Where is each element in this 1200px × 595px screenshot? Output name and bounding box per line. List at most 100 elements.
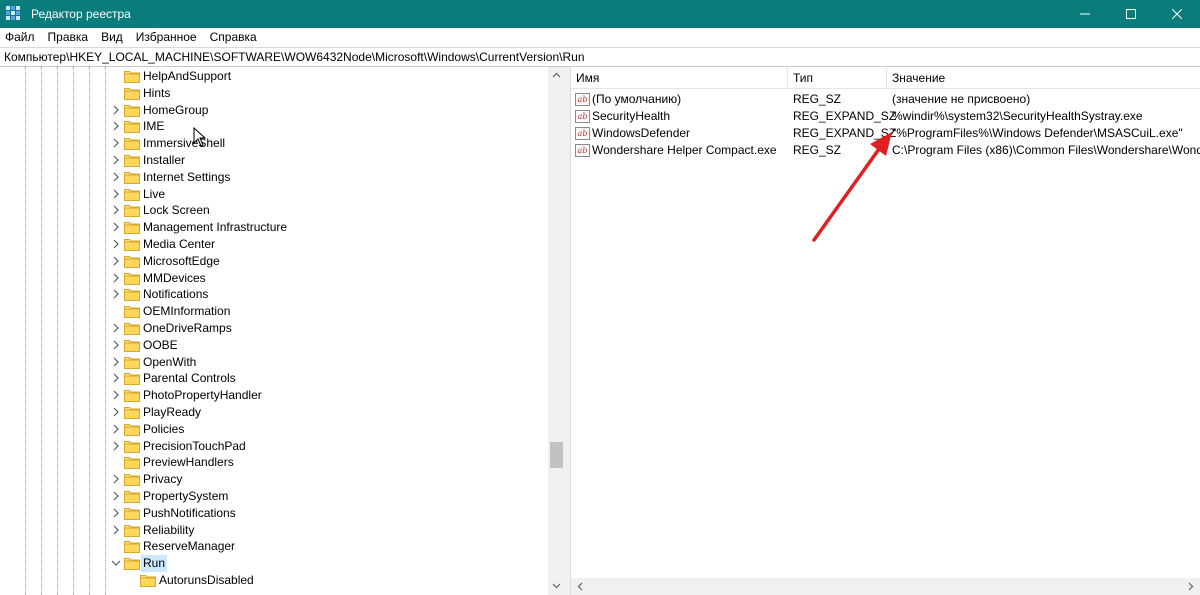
- chevron-right-icon[interactable]: [111, 508, 121, 518]
- tree-item-label: Media Center: [143, 237, 216, 251]
- tree-item[interactable]: Policies: [0, 421, 548, 438]
- value-row[interactable]: ab SecurityHealth REG_EXPAND_SZ %windir%\sy…: [571, 108, 1200, 125]
- tree-item[interactable]: Run: [0, 555, 548, 573]
- tree-item-label: Policies: [143, 421, 185, 436]
- chevron-right-icon[interactable]: [111, 491, 121, 501]
- value-data: C:\Program Files (x86)\Common Files\Wond…: [892, 143, 1200, 157]
- scroll-down-icon[interactable]: [552, 581, 561, 590]
- tree-item[interactable]: Hints: [0, 85, 548, 102]
- scroll-up-icon[interactable]: [552, 71, 561, 80]
- value-row[interactable]: ab (По умолчанию) REG_SZ (значение не присв…: [571, 91, 1200, 108]
- tree-item[interactable]: Installer: [0, 152, 548, 169]
- folder-icon: [124, 188, 140, 201]
- column-header-name[interactable]: Имя: [571, 67, 788, 89]
- column-header-data[interactable]: Значение: [887, 67, 1200, 89]
- tree-item[interactable]: PreviewHandlers: [0, 454, 548, 471]
- chevron-right-icon[interactable]: [111, 525, 121, 535]
- tree-item-label: Lock Screen: [143, 203, 210, 218]
- chevron-right-icon[interactable]: [111, 172, 121, 182]
- tree-item[interactable]: OEMInformation: [0, 303, 548, 320]
- tree-item[interactable]: Notifications: [0, 286, 548, 303]
- chevron-right-icon[interactable]: [111, 357, 121, 367]
- chevron-right-icon[interactable]: [111, 155, 121, 165]
- chevron-right-icon[interactable]: [111, 424, 121, 434]
- tree-item[interactable]: PhotoPropertyHandler: [0, 387, 548, 404]
- value-name: Wondershare Helper Compact.exe: [592, 143, 777, 157]
- tree-item[interactable]: Privacy: [0, 471, 548, 488]
- folder-icon: [124, 440, 140, 453]
- registry-editor-icon: [6, 6, 22, 22]
- tree-item[interactable]: IME: [0, 118, 548, 135]
- tree-item[interactable]: MicrosoftEdge: [0, 253, 548, 270]
- menu-file[interactable]: Файл: [0, 28, 42, 47]
- tree-item[interactable]: Management Infrastructure: [0, 219, 548, 236]
- value-type: REG_SZ: [793, 92, 842, 106]
- folder-icon: [124, 423, 140, 436]
- folder-icon: [124, 541, 140, 554]
- tree-item[interactable]: HomeGroup: [0, 102, 548, 119]
- tree-item[interactable]: OOBE: [0, 337, 548, 354]
- tree-item[interactable]: OneDriveRamps: [0, 320, 548, 337]
- folder-icon: [124, 222, 140, 235]
- menu-edit[interactable]: Правка: [42, 28, 96, 47]
- chevron-right-icon[interactable]: [111, 273, 121, 283]
- chevron-right-icon[interactable]: [111, 121, 121, 131]
- chevron-right-icon[interactable]: [111, 105, 121, 115]
- scroll-right-icon[interactable]: [1186, 582, 1195, 591]
- close-button[interactable]: [1154, 0, 1200, 28]
- chevron-right-icon[interactable]: [111, 138, 121, 148]
- tree-item[interactable]: HelpAndSupport: [0, 68, 548, 85]
- menu-view[interactable]: Вид: [95, 28, 130, 47]
- maximize-button[interactable]: [1108, 0, 1154, 28]
- tree-item[interactable]: PrecisionTouchPad: [0, 438, 548, 455]
- tree-item[interactable]: Internet Settings: [0, 169, 548, 186]
- tree-item[interactable]: ReserveManager: [0, 538, 548, 555]
- folder-icon: [124, 373, 140, 386]
- tree-item[interactable]: MMDevices: [0, 270, 548, 287]
- column-header-type[interactable]: Тип: [788, 67, 887, 89]
- folder-icon: [124, 356, 140, 369]
- tree-item[interactable]: OpenWith: [0, 354, 548, 371]
- string-value-icon: ab: [575, 144, 590, 157]
- values-horizontal-scrollbar[interactable]: [571, 578, 1200, 595]
- chevron-right-icon[interactable]: [111, 256, 121, 266]
- tree-item[interactable]: Lock Screen: [0, 202, 548, 219]
- chevron-right-icon[interactable]: [111, 323, 121, 333]
- menu-favorites[interactable]: Избранное: [130, 28, 204, 47]
- chevron-down-icon[interactable]: [111, 558, 121, 568]
- chevron-right-icon[interactable]: [111, 441, 121, 451]
- folder-icon: [124, 272, 140, 285]
- chevron-right-icon[interactable]: [111, 222, 121, 232]
- tree-item-label: PreviewHandlers: [143, 455, 234, 470]
- tree-item[interactable]: Parental Controls: [0, 370, 548, 387]
- scroll-left-icon[interactable]: [576, 582, 585, 591]
- address-bar[interactable]: Компьютер\HKEY_LOCAL_MACHINE\SOFTWARE\WO…: [0, 47, 1200, 67]
- tree-vertical-scrollbar[interactable]: [548, 67, 565, 595]
- chevron-right-icon[interactable]: [111, 189, 121, 199]
- title-bar: Редактор реестра: [0, 0, 1200, 28]
- chevron-right-icon[interactable]: [111, 390, 121, 400]
- chevron-right-icon[interactable]: [111, 289, 121, 299]
- tree-item[interactable]: PushNotifications: [0, 505, 548, 522]
- tree-item[interactable]: Media Center: [0, 236, 548, 253]
- chevron-right-icon[interactable]: [111, 407, 121, 417]
- tree-item-label: IME: [143, 119, 165, 134]
- tree-scroll-thumb[interactable]: [550, 442, 563, 468]
- chevron-right-icon[interactable]: [111, 373, 121, 383]
- minimize-button[interactable]: [1062, 0, 1108, 28]
- chevron-right-icon[interactable]: [111, 340, 121, 350]
- folder-icon: [124, 155, 140, 167]
- tree-item[interactable]: AutorunsDisabled: [0, 572, 548, 589]
- tree-item[interactable]: PlayReady: [0, 404, 548, 421]
- tree-item[interactable]: Reliability: [0, 522, 548, 539]
- tree-item[interactable]: ImmersiveShell: [0, 135, 548, 152]
- chevron-right-icon[interactable]: [111, 239, 121, 249]
- tree-item[interactable]: PropertySystem: [0, 488, 548, 505]
- menu-help[interactable]: Справка: [204, 28, 264, 47]
- tree-item[interactable]: Live: [0, 186, 548, 203]
- chevron-right-icon[interactable]: [111, 474, 121, 484]
- tree-item-label: Management Infrastructure: [143, 220, 288, 235]
- chevron-right-icon[interactable]: [111, 205, 121, 215]
- folder-icon: [124, 71, 140, 83]
- tree-item-label: PhotoPropertyHandler: [143, 388, 262, 403]
